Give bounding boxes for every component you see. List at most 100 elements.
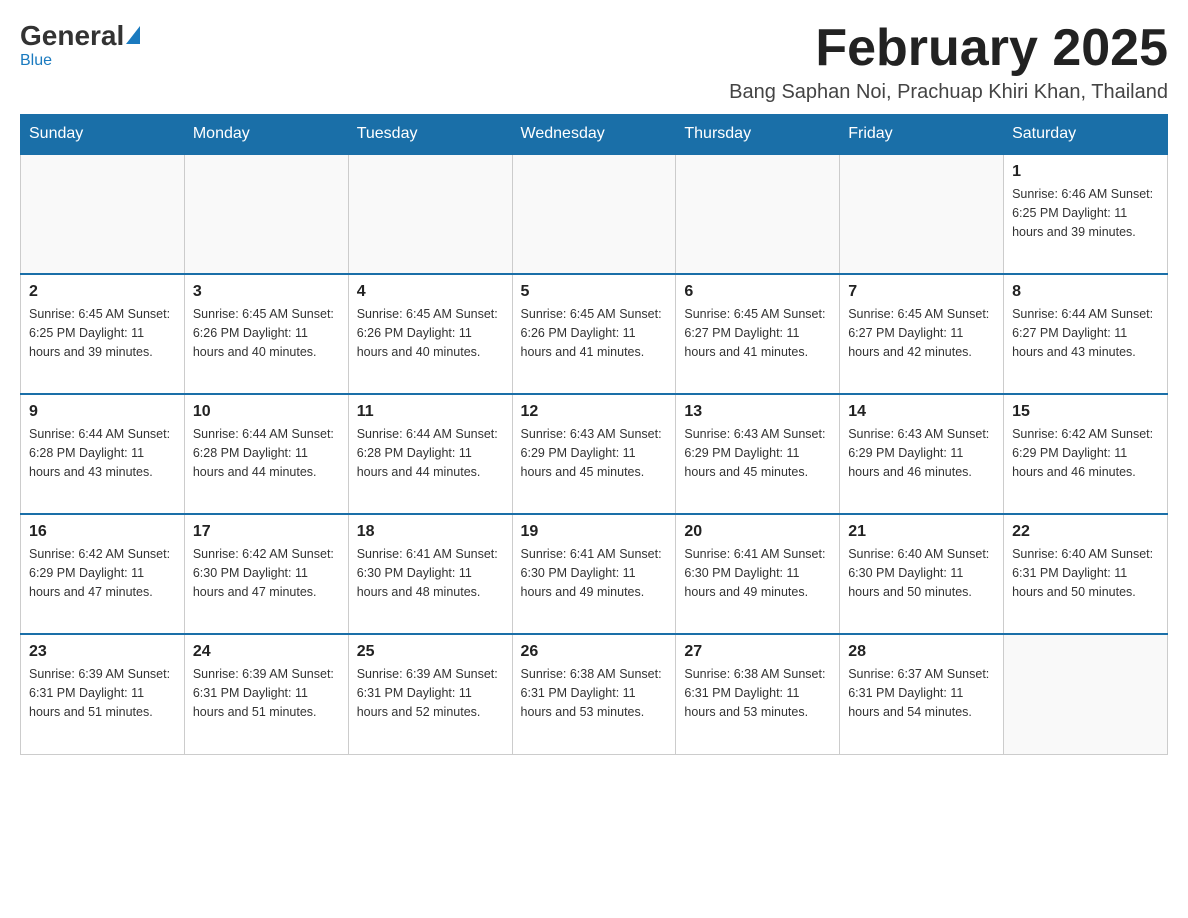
day-info: Sunrise: 6:45 AM Sunset: 6:26 PM Dayligh… <box>193 305 340 361</box>
day-info: Sunrise: 6:45 AM Sunset: 6:26 PM Dayligh… <box>521 305 668 361</box>
day-info: Sunrise: 6:41 AM Sunset: 6:30 PM Dayligh… <box>357 545 504 601</box>
day-info: Sunrise: 6:37 AM Sunset: 6:31 PM Dayligh… <box>848 665 995 721</box>
day-number: 8 <box>1012 283 1159 301</box>
day-info: Sunrise: 6:44 AM Sunset: 6:28 PM Dayligh… <box>193 425 340 481</box>
location-subtitle: Bang Saphan Noi, Prachuap Khiri Khan, Th… <box>729 81 1168 104</box>
day-number: 28 <box>848 643 995 661</box>
day-number: 11 <box>357 403 504 421</box>
day-info: Sunrise: 6:46 AM Sunset: 6:25 PM Dayligh… <box>1012 185 1159 241</box>
calendar-cell: 15 Sunrise: 6:42 AM Sunset: 6:29 PM Dayli… <box>1004 394 1168 514</box>
calendar-cell: 6 Sunrise: 6:45 AM Sunset: 6:27 PM Daylig… <box>676 274 840 394</box>
day-info: Sunrise: 6:43 AM Sunset: 6:29 PM Dayligh… <box>521 425 668 481</box>
day-number: 12 <box>521 403 668 421</box>
day-number: 2 <box>29 283 176 301</box>
day-info: Sunrise: 6:39 AM Sunset: 6:31 PM Dayligh… <box>357 665 504 721</box>
day-number: 17 <box>193 523 340 541</box>
calendar-cell: 25 Sunrise: 6:39 AM Sunset: 6:31 PM Dayli… <box>348 634 512 754</box>
day-info: Sunrise: 6:40 AM Sunset: 6:31 PM Dayligh… <box>1012 545 1159 601</box>
day-info: Sunrise: 6:40 AM Sunset: 6:30 PM Dayligh… <box>848 545 995 601</box>
calendar-cell: 26 Sunrise: 6:38 AM Sunset: 6:31 PM Dayli… <box>512 634 676 754</box>
day-info: Sunrise: 6:45 AM Sunset: 6:27 PM Dayligh… <box>684 305 831 361</box>
day-info: Sunrise: 6:45 AM Sunset: 6:26 PM Dayligh… <box>357 305 504 361</box>
day-number: 5 <box>521 283 668 301</box>
day-info: Sunrise: 6:45 AM Sunset: 6:27 PM Dayligh… <box>848 305 995 361</box>
day-number: 23 <box>29 643 176 661</box>
calendar-cell: 23 Sunrise: 6:39 AM Sunset: 6:31 PM Dayli… <box>21 634 185 754</box>
day-number: 21 <box>848 523 995 541</box>
calendar-cell: 8Sunrise: 6:44 AM Sunset: 6:27 PM Daylig… <box>1004 274 1168 394</box>
day-info: Sunrise: 6:45 AM Sunset: 6:25 PM Dayligh… <box>29 305 176 361</box>
week-row-5: 23 Sunrise: 6:39 AM Sunset: 6:31 PM Dayli… <box>21 634 1168 754</box>
calendar-cell: 4 Sunrise: 6:45 AM Sunset: 6:26 PM Daylig… <box>348 274 512 394</box>
day-info: Sunrise: 6:38 AM Sunset: 6:31 PM Dayligh… <box>521 665 668 721</box>
day-info: Sunrise: 6:43 AM Sunset: 6:29 PM Dayligh… <box>684 425 831 481</box>
logo-triangle-icon <box>126 26 140 44</box>
calendar-cell: 18 Sunrise: 6:41 AM Sunset: 6:30 PM Dayli… <box>348 514 512 634</box>
page-header: General Blue February 2025 Bang Saphan N… <box>20 20 1168 104</box>
day-info: Sunrise: 6:42 AM Sunset: 6:29 PM Dayligh… <box>1012 425 1159 481</box>
column-header-monday: Monday <box>184 115 348 155</box>
logo: General Blue <box>20 20 140 70</box>
day-info: Sunrise: 6:43 AM Sunset: 6:29 PM Dayligh… <box>848 425 995 481</box>
day-number: 24 <box>193 643 340 661</box>
calendar-cell: 1 Sunrise: 6:46 AM Sunset: 6:25 PM Daylig… <box>1004 154 1168 274</box>
day-number: 7 <box>848 283 995 301</box>
calendar-cell <box>184 154 348 274</box>
calendar-cell: 3 Sunrise: 6:45 AM Sunset: 6:26 PM Daylig… <box>184 274 348 394</box>
calendar-cell: 9 Sunrise: 6:44 AM Sunset: 6:28 PM Daylig… <box>21 394 185 514</box>
day-info: Sunrise: 6:39 AM Sunset: 6:31 PM Dayligh… <box>29 665 176 721</box>
day-info: Sunrise: 6:39 AM Sunset: 6:31 PM Dayligh… <box>193 665 340 721</box>
day-number: 27 <box>684 643 831 661</box>
day-number: 1 <box>1012 163 1159 181</box>
day-number: 20 <box>684 523 831 541</box>
calendar-cell: 17 Sunrise: 6:42 AM Sunset: 6:30 PM Dayli… <box>184 514 348 634</box>
calendar-cell: 28 Sunrise: 6:37 AM Sunset: 6:31 PM Dayli… <box>840 634 1004 754</box>
week-row-2: 2 Sunrise: 6:45 AM Sunset: 6:25 PM Daylig… <box>21 274 1168 394</box>
month-title: February 2025 <box>729 20 1168 77</box>
column-header-friday: Friday <box>840 115 1004 155</box>
calendar-cell: 2 Sunrise: 6:45 AM Sunset: 6:25 PM Daylig… <box>21 274 185 394</box>
day-number: 13 <box>684 403 831 421</box>
calendar-table: SundayMondayTuesdayWednesdayThursdayFrid… <box>20 114 1168 755</box>
day-info: Sunrise: 6:44 AM Sunset: 6:28 PM Dayligh… <box>29 425 176 481</box>
calendar-cell: 21 Sunrise: 6:40 AM Sunset: 6:30 PM Dayli… <box>840 514 1004 634</box>
day-number: 18 <box>357 523 504 541</box>
day-number: 4 <box>357 283 504 301</box>
day-info: Sunrise: 6:44 AM Sunset: 6:28 PM Dayligh… <box>357 425 504 481</box>
column-header-thursday: Thursday <box>676 115 840 155</box>
calendar-cell: 7 Sunrise: 6:45 AM Sunset: 6:27 PM Daylig… <box>840 274 1004 394</box>
day-number: 3 <box>193 283 340 301</box>
column-header-sunday: Sunday <box>21 115 185 155</box>
calendar-cell: 10 Sunrise: 6:44 AM Sunset: 6:28 PM Dayli… <box>184 394 348 514</box>
column-header-saturday: Saturday <box>1004 115 1168 155</box>
day-number: 19 <box>521 523 668 541</box>
week-row-1: 1 Sunrise: 6:46 AM Sunset: 6:25 PM Daylig… <box>21 154 1168 274</box>
day-number: 6 <box>684 283 831 301</box>
calendar-cell: 20 Sunrise: 6:41 AM Sunset: 6:30 PM Dayli… <box>676 514 840 634</box>
calendar-cell <box>840 154 1004 274</box>
calendar-cell: 22Sunrise: 6:40 AM Sunset: 6:31 PM Dayli… <box>1004 514 1168 634</box>
day-info: Sunrise: 6:38 AM Sunset: 6:31 PM Dayligh… <box>684 665 831 721</box>
calendar-cell: 24 Sunrise: 6:39 AM Sunset: 6:31 PM Dayli… <box>184 634 348 754</box>
day-number: 9 <box>29 403 176 421</box>
calendar-cell <box>348 154 512 274</box>
day-number: 14 <box>848 403 995 421</box>
day-number: 25 <box>357 643 504 661</box>
calendar-cell: 27 Sunrise: 6:38 AM Sunset: 6:31 PM Dayli… <box>676 634 840 754</box>
day-number: 26 <box>521 643 668 661</box>
column-header-wednesday: Wednesday <box>512 115 676 155</box>
calendar-cell: 16Sunrise: 6:42 AM Sunset: 6:29 PM Dayli… <box>21 514 185 634</box>
day-info: Sunrise: 6:41 AM Sunset: 6:30 PM Dayligh… <box>684 545 831 601</box>
day-number: 10 <box>193 403 340 421</box>
day-info: Sunrise: 6:42 AM Sunset: 6:30 PM Dayligh… <box>193 545 340 601</box>
calendar-cell <box>676 154 840 274</box>
calendar-cell: 13 Sunrise: 6:43 AM Sunset: 6:29 PM Dayli… <box>676 394 840 514</box>
week-row-3: 9 Sunrise: 6:44 AM Sunset: 6:28 PM Daylig… <box>21 394 1168 514</box>
logo-general-text: General <box>20 20 124 52</box>
calendar-cell: 19Sunrise: 6:41 AM Sunset: 6:30 PM Dayli… <box>512 514 676 634</box>
calendar-header-row: SundayMondayTuesdayWednesdayThursdayFrid… <box>21 115 1168 155</box>
day-number: 15 <box>1012 403 1159 421</box>
calendar-cell: 12 Sunrise: 6:43 AM Sunset: 6:29 PM Dayli… <box>512 394 676 514</box>
calendar-cell: 5 Sunrise: 6:45 AM Sunset: 6:26 PM Daylig… <box>512 274 676 394</box>
calendar-cell <box>512 154 676 274</box>
